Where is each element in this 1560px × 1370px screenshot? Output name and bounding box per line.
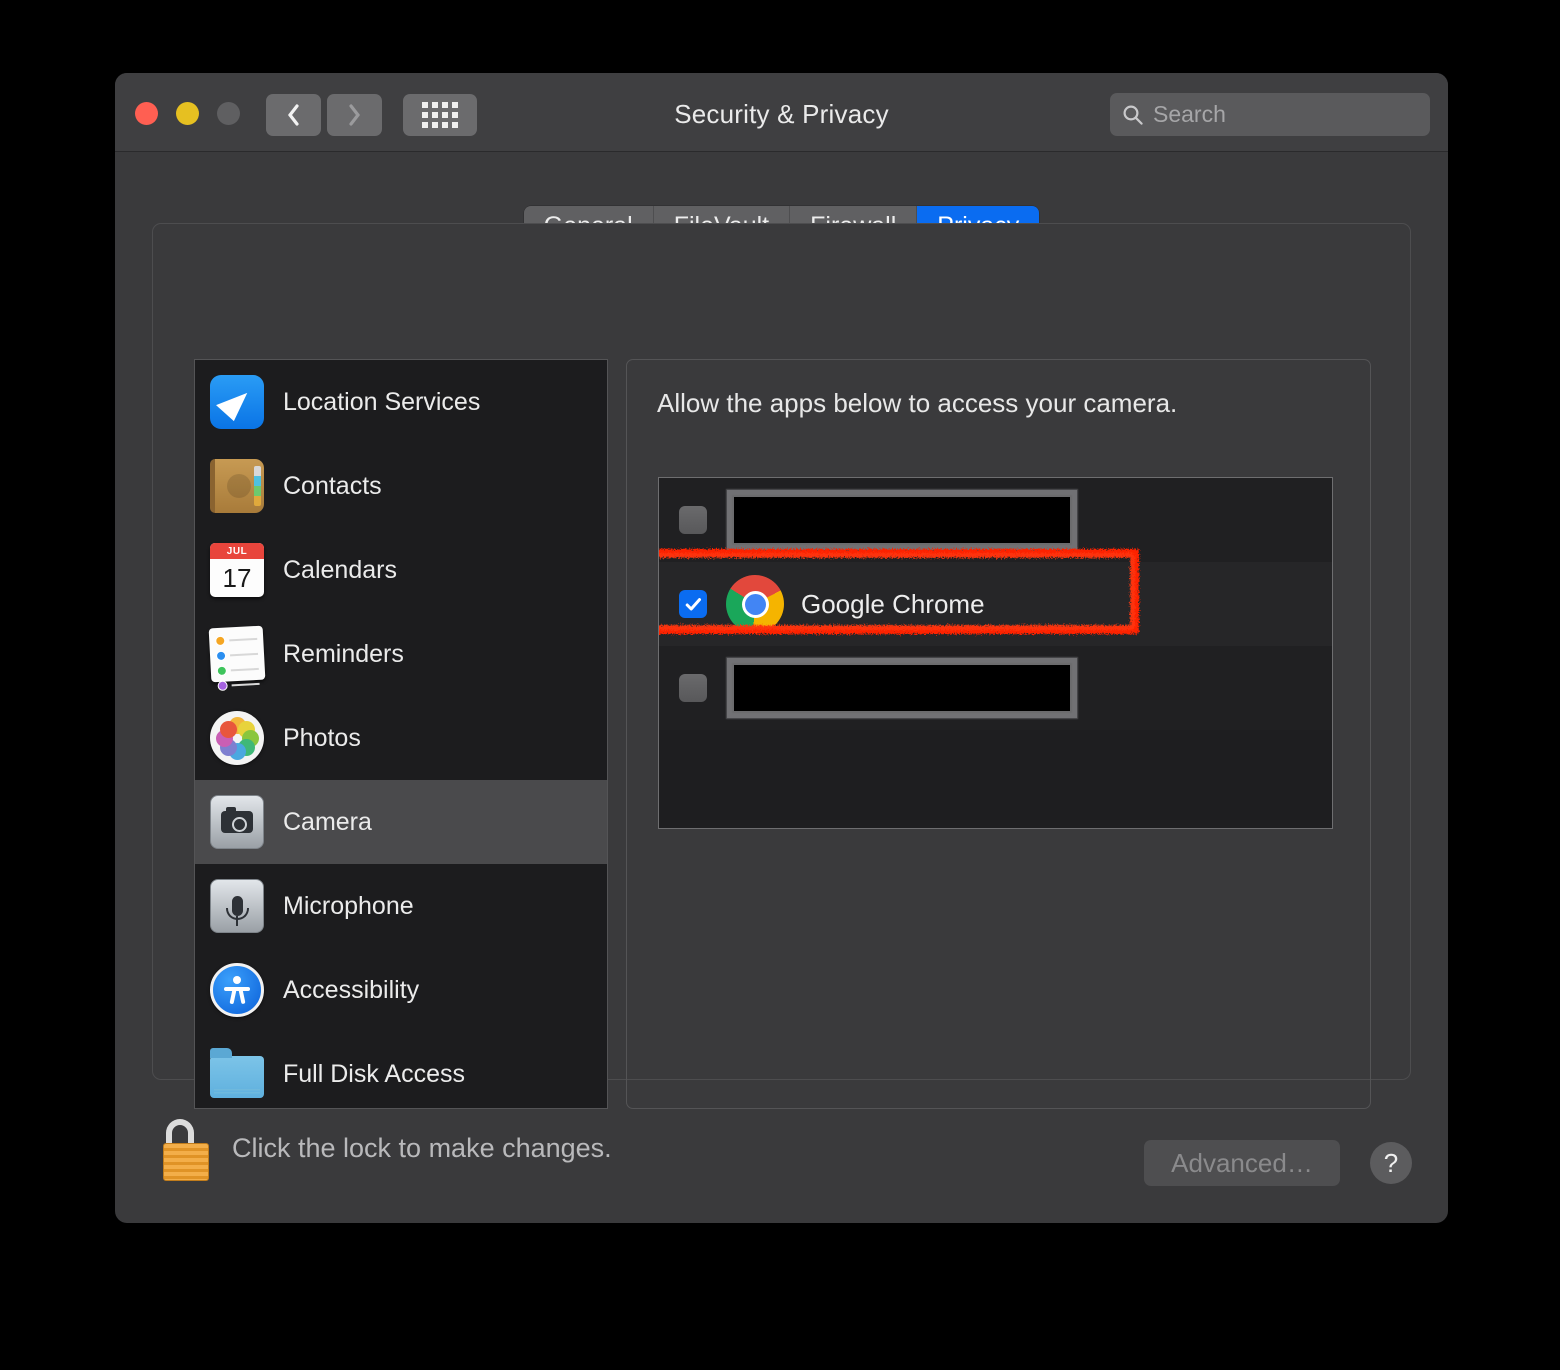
- checkmark-icon: [685, 597, 701, 610]
- table-row[interactable]: [659, 646, 1332, 730]
- privacy-category-list[interactable]: Location Services Contacts JUL 17 Calend…: [194, 359, 608, 1109]
- chrome-icon: [726, 575, 784, 633]
- sidebar-item-label: Contacts: [283, 471, 382, 500]
- system-preferences-window: Security & Privacy General FileVault Fir…: [115, 73, 1448, 1223]
- sidebar-item-label: Calendars: [283, 555, 397, 584]
- pane-heading: Allow the apps below to access your came…: [657, 388, 1178, 418]
- advanced-button[interactable]: Advanced…: [1144, 1140, 1340, 1186]
- app-permission-checkbox[interactable]: [679, 590, 707, 618]
- calendar-month: JUL: [210, 543, 264, 559]
- sidebar-item-calendars[interactable]: JUL 17 Calendars: [195, 528, 607, 612]
- sidebar-item-contacts[interactable]: Contacts: [195, 444, 607, 528]
- accessibility-icon: [210, 963, 264, 1017]
- contacts-icon: [210, 459, 264, 513]
- photos-icon: [210, 711, 264, 765]
- list-empty-area: [659, 730, 1332, 828]
- app-permissions-pane: Allow the apps below to access your came…: [626, 359, 1371, 1109]
- calendar-icon: JUL 17: [210, 543, 264, 597]
- app-name-label: Google Chrome: [801, 588, 985, 619]
- sidebar-item-accessibility[interactable]: Accessibility: [195, 948, 607, 1032]
- sidebar-item-label: Full Disk Access: [283, 1059, 465, 1088]
- sidebar-item-microphone[interactable]: Microphone: [195, 864, 607, 948]
- sidebar-item-photos[interactable]: Photos: [195, 696, 607, 780]
- location-services-icon: [210, 375, 264, 429]
- window-titlebar: Security & Privacy: [115, 73, 1448, 152]
- app-permission-list[interactable]: Google Chrome: [658, 477, 1333, 829]
- sidebar-item-label: Location Services: [283, 387, 481, 416]
- redacted-app-icon: [727, 490, 1077, 550]
- search-icon: [1123, 104, 1143, 125]
- lock-hint-text: Click the lock to make changes.: [232, 1133, 612, 1163]
- folder-icon: [210, 1048, 264, 1098]
- search-field[interactable]: [1110, 93, 1430, 136]
- sidebar-item-label: Reminders: [283, 639, 404, 668]
- app-permission-checkbox[interactable]: [679, 506, 707, 534]
- sidebar-item-label: Photos: [283, 723, 361, 752]
- lock-open-icon[interactable]: [163, 1119, 209, 1181]
- search-input[interactable]: [1153, 101, 1418, 128]
- sidebar-item-label: Microphone: [283, 891, 414, 920]
- help-button[interactable]: ?: [1370, 1142, 1412, 1184]
- sidebar-item-label: Camera: [283, 807, 372, 836]
- redacted-app-icon: [727, 658, 1077, 718]
- privacy-panel: Location Services Contacts JUL 17 Calend…: [152, 223, 1411, 1109]
- sidebar-item-full-disk-access[interactable]: Full Disk Access: [195, 1032, 607, 1108]
- sidebar-item-camera[interactable]: Camera: [195, 780, 607, 864]
- camera-icon: [210, 795, 264, 849]
- sidebar-item-location-services[interactable]: Location Services: [195, 360, 607, 444]
- reminders-icon: [208, 625, 266, 692]
- sidebar-item-label: Accessibility: [283, 975, 420, 1004]
- sidebar-item-reminders[interactable]: Reminders: [195, 612, 607, 696]
- calendar-day: 17: [222, 562, 252, 593]
- table-row[interactable]: Google Chrome: [659, 549, 1332, 646]
- table-row[interactable]: [659, 478, 1332, 562]
- app-permission-checkbox[interactable]: [679, 674, 707, 702]
- microphone-icon: [210, 879, 264, 933]
